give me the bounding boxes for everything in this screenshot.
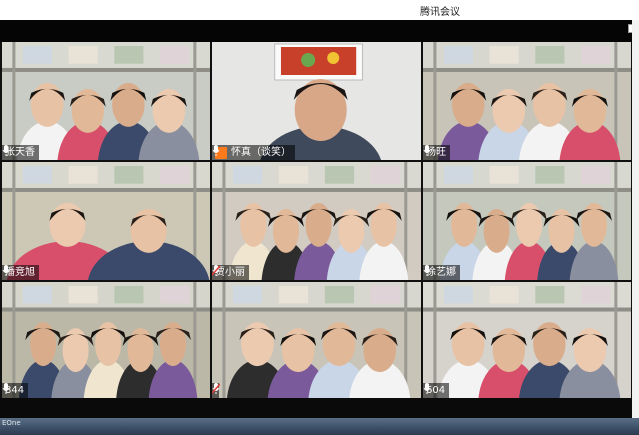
mic-icon xyxy=(212,145,220,156)
mic-icon xyxy=(2,145,10,156)
video-feed xyxy=(423,162,631,280)
video-feed xyxy=(2,282,210,398)
participant-label: 杨旺 xyxy=(423,145,450,160)
video-tile[interactable] xyxy=(212,282,421,398)
video-tile[interactable]: 贾小丽 xyxy=(212,162,421,280)
participant-label: 844 xyxy=(2,383,29,398)
video-tile[interactable]: 844 xyxy=(2,282,210,398)
mic-muted-icon xyxy=(212,383,220,394)
mic-icon xyxy=(423,383,431,394)
video-grid: 张天香 怀真（谈笑） 杨旺潘竞旭 贾小丽 徐艺娜 844 604 xyxy=(0,42,632,398)
participant-label xyxy=(212,383,220,398)
participant-label: 贾小丽 xyxy=(212,265,249,280)
video-feed xyxy=(212,282,421,398)
video-feed xyxy=(423,282,631,398)
mic-icon xyxy=(2,383,10,394)
video-tile[interactable]: 潘竞旭 xyxy=(2,162,210,280)
participant-label: 张天香 xyxy=(2,145,39,160)
mic-icon xyxy=(2,265,10,276)
video-tile[interactable]: 怀真（谈笑） xyxy=(212,42,421,160)
video-feed xyxy=(212,42,421,160)
video-feed xyxy=(2,42,210,160)
window-title: 腾讯会议 xyxy=(420,7,460,18)
video-tile[interactable]: 徐艺娜 xyxy=(423,162,631,280)
top-toolbar xyxy=(0,20,632,42)
bottom-toolbar xyxy=(0,398,632,418)
mic-muted-icon xyxy=(212,265,220,276)
participant-label: 604 xyxy=(423,383,450,398)
video-tile[interactable]: 604 xyxy=(423,282,631,398)
video-tile[interactable]: 张天香 xyxy=(2,42,210,160)
video-feed xyxy=(423,42,631,160)
video-feed xyxy=(212,162,421,280)
participant-label: 徐艺娜 xyxy=(423,265,460,280)
desktop-label: EOne xyxy=(2,419,21,427)
title-bar[interactable]: 腾讯会议 xyxy=(0,0,639,20)
video-tile[interactable]: 杨旺 xyxy=(423,42,631,160)
mic-icon xyxy=(423,145,431,156)
meeting-window: 腾讯会议 张天香 怀真（谈笑） 杨旺潘竞旭 贾小丽 徐艺娜 844 604 EOne xyxy=(0,0,639,435)
participant-label: 潘竞旭 xyxy=(2,265,39,280)
mic-icon xyxy=(423,265,431,276)
participant-label: 怀真（谈笑） xyxy=(212,145,295,160)
participant-name: 怀真（谈笑） xyxy=(231,147,291,158)
desktop-background: EOne xyxy=(0,418,639,435)
window-edge xyxy=(632,20,639,420)
video-feed xyxy=(2,162,210,280)
